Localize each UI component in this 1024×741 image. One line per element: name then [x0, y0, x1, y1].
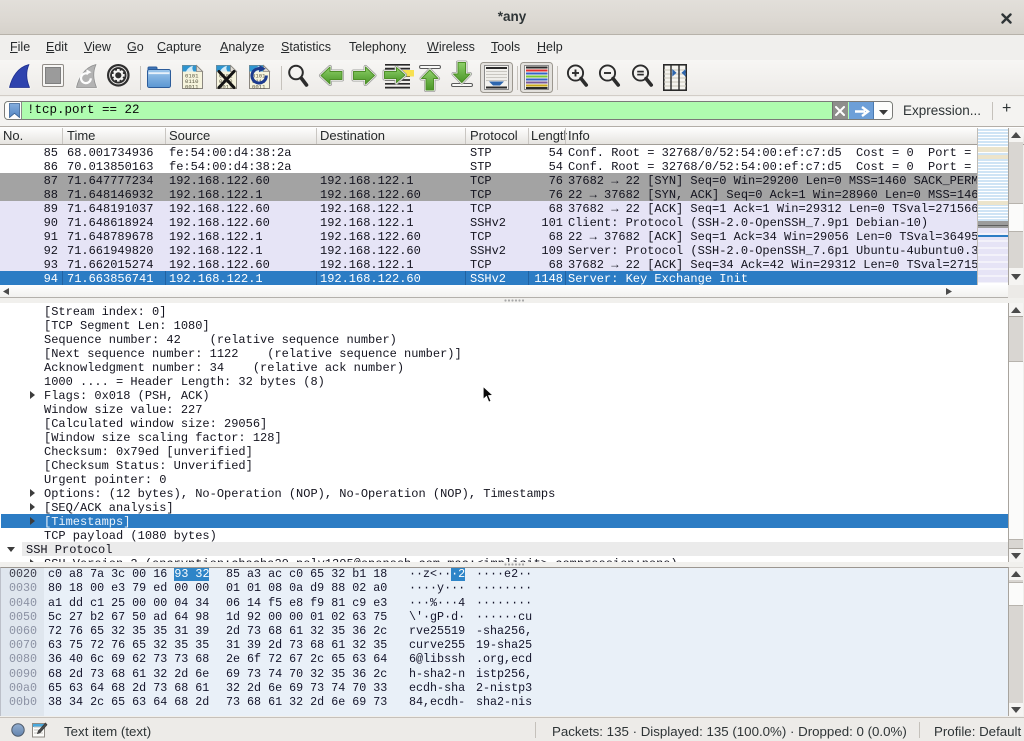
svg-text:0011: 0011: [185, 83, 199, 90]
